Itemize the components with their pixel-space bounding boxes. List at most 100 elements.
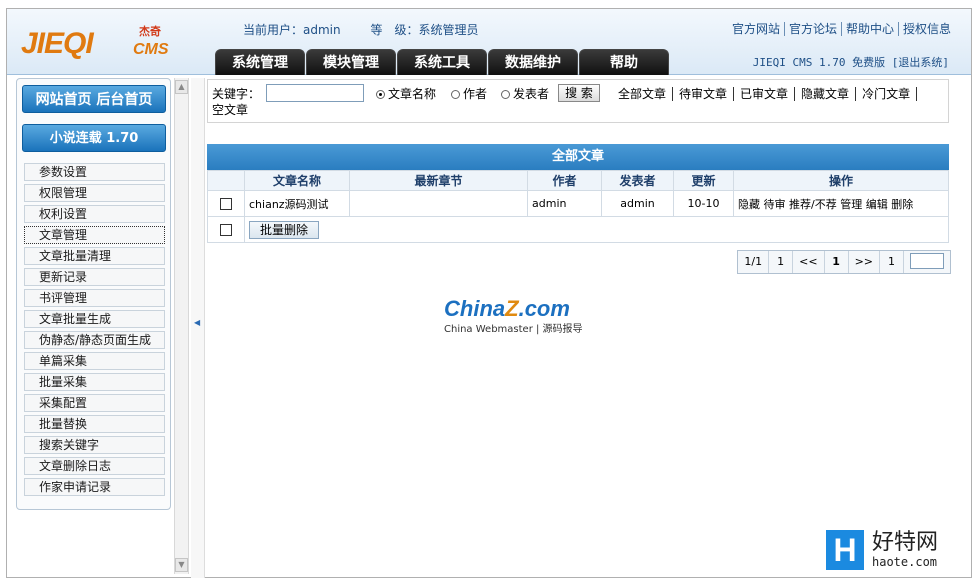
- radio-author[interactable]: 作者: [451, 87, 487, 102]
- filter-pending[interactable]: 待审文章: [673, 87, 735, 101]
- watermark-title: ChinaZ.com: [444, 296, 594, 322]
- scroll-down-icon[interactable]: ▼: [175, 558, 188, 572]
- keyword-input[interactable]: [266, 84, 364, 102]
- header: JIEQI 杰奇 CMS 当前用户：admin 等 级：系统管理员 官方网站 官方…: [7, 9, 971, 75]
- row-latest-chapter: [349, 190, 528, 217]
- filter-approved[interactable]: 已审文章: [734, 87, 796, 101]
- batch-delete-button[interactable]: 批量删除: [249, 220, 320, 239]
- chinaz-watermark: ChinaZ.com China Webmaster | 源码报导: [444, 296, 594, 335]
- sidebar-item-batch-collect[interactable]: 批量采集: [24, 373, 165, 391]
- tab-data-maintenance[interactable]: 数据维护: [488, 49, 578, 75]
- filter-all[interactable]: 全部文章: [618, 87, 674, 101]
- section-title[interactable]: 小说连载 1.70: [22, 124, 166, 152]
- top-links: 官方网站 官方论坛 帮助中心 授权信息: [727, 20, 951, 37]
- sidebar-item-permission-management[interactable]: 权限管理: [24, 184, 165, 202]
- version-text: JIEQI CMS 1.70 免费版: [752, 56, 886, 69]
- sidebar-item-search-keywords[interactable]: 搜索关键字: [24, 436, 165, 454]
- page-jump-input[interactable]: [910, 253, 944, 269]
- pagination: 1/1 1 << 1 >> 1: [737, 250, 951, 274]
- radio-label: 发表者: [513, 87, 550, 101]
- link-license-info[interactable]: 授权信息: [899, 22, 951, 36]
- link-official-site[interactable]: 官方网站: [727, 22, 785, 36]
- link-official-forum[interactable]: 官方论坛: [784, 22, 842, 36]
- link-help-center[interactable]: 帮助中心: [841, 22, 899, 36]
- user-level: 等 级：系统管理员: [370, 23, 479, 37]
- sidebar-item-param-settings[interactable]: 参数设置: [24, 163, 165, 181]
- sidebar-item-rights-settings[interactable]: 权利设置: [24, 205, 165, 223]
- sidebar-item-author-applications[interactable]: 作家申请记录: [24, 478, 165, 496]
- table-header-row: 文章名称 最新章节 作者 发表者 更新 操作: [207, 170, 949, 191]
- watermark-main: China: [444, 296, 506, 321]
- home-button[interactable]: 网站首页 后台首页: [22, 85, 166, 113]
- sidebar-menu: 参数设置 权限管理 权利设置 文章管理 文章批量清理 更新记录 书评管理 文章批…: [24, 163, 165, 499]
- sidebar-item-article-management[interactable]: 文章管理: [24, 226, 165, 244]
- page-next[interactable]: >>: [849, 251, 880, 273]
- scroll-up-icon[interactable]: ▲: [175, 80, 188, 94]
- radio-article-name[interactable]: 文章名称: [376, 87, 436, 102]
- filter-unpopular[interactable]: 冷门文章: [856, 87, 918, 101]
- sidebar-item-review-management[interactable]: 书评管理: [24, 289, 165, 307]
- search-button[interactable]: 搜 索: [558, 84, 600, 102]
- col-latest-chapter: 最新章节: [349, 170, 528, 191]
- main-tabs: 系统管理 模块管理 系统工具 数据维护 帮助: [215, 49, 670, 75]
- row-updated: 10-10: [673, 190, 734, 217]
- radio-dot-icon[interactable]: [376, 90, 385, 99]
- user-info: 当前用户：admin 等 级：系统管理员: [243, 21, 504, 38]
- col-article-name: 文章名称: [244, 170, 350, 191]
- row-poster: admin: [601, 190, 674, 217]
- table-footer-row: 批量删除: [207, 216, 949, 243]
- col-actions: 操作: [733, 170, 949, 191]
- row-author: admin: [527, 190, 602, 217]
- sidebar-item-single-collect[interactable]: 单篇采集: [24, 352, 165, 370]
- tab-help[interactable]: 帮助: [579, 49, 669, 75]
- tab-system-management[interactable]: 系统管理: [215, 49, 305, 75]
- sidebar-item-article-delete-log[interactable]: 文章删除日志: [24, 457, 165, 475]
- tab-module-management[interactable]: 模块管理: [306, 49, 396, 75]
- table-row: chianz源码测试 admin admin 10-10 隐藏 待审 推荐/不荐…: [207, 190, 949, 217]
- col-select: [207, 170, 245, 191]
- select-all-cell: [207, 216, 245, 243]
- tab-system-tools[interactable]: 系统工具: [397, 49, 487, 75]
- logout-link[interactable]: [退出系统]: [892, 56, 949, 69]
- col-author: 作者: [527, 170, 602, 191]
- filter-hidden[interactable]: 隐藏文章: [795, 87, 857, 101]
- jieqi-logo: JIEQI 杰奇 CMS: [21, 21, 181, 65]
- radio-dot-icon[interactable]: [501, 90, 510, 99]
- sidebar-item-static-page-generate[interactable]: 伪静态/静态页面生成: [24, 331, 165, 349]
- sidebar-item-article-batch-generate[interactable]: 文章批量生成: [24, 310, 165, 328]
- row-actions[interactable]: 隐藏 待审 推荐/不荐 管理 编辑 删除: [733, 190, 949, 217]
- page-count: 1/1: [738, 251, 770, 273]
- frame-splitter[interactable]: ◀: [191, 78, 205, 578]
- radio-label: 文章名称: [388, 87, 437, 101]
- sidebar-item-update-log[interactable]: 更新记录: [24, 268, 165, 286]
- logo-text: JIEQI: [21, 27, 94, 60]
- select-all-checkbox[interactable]: [220, 224, 232, 236]
- article-filters: 全部文章 待审文章 已审文章 隐藏文章 冷门文章: [618, 87, 918, 102]
- table-title: 全部文章: [207, 144, 949, 170]
- radio-dot-icon[interactable]: [451, 90, 460, 99]
- sidebar-item-batch-replace[interactable]: 批量替换: [24, 415, 165, 433]
- haote-text: 好特网 haote.com: [872, 531, 938, 570]
- col-poster: 发表者: [601, 170, 674, 191]
- sidebar-item-collect-config[interactable]: 采集配置: [24, 394, 165, 412]
- sidebar-item-article-batch-clean[interactable]: 文章批量清理: [24, 247, 165, 265]
- row-article-name[interactable]: chianz源码测试: [244, 190, 350, 217]
- radio-poster[interactable]: 发表者: [501, 87, 549, 102]
- collapse-arrow-icon[interactable]: ◀: [194, 318, 200, 327]
- keyword-label: 关键字：: [212, 87, 261, 101]
- filter-empty[interactable]: 空文章: [212, 103, 248, 118]
- watermark-com: .com: [518, 296, 570, 321]
- page-prev[interactable]: <<: [793, 251, 825, 273]
- article-table: 文章名称 最新章节 作者 发表者 更新 操作 chianz源码测试 admin …: [207, 170, 949, 243]
- logo-sub: CMS: [133, 41, 169, 58]
- radio-label: 作者: [463, 87, 488, 101]
- page-last[interactable]: 1: [880, 251, 904, 273]
- watermark-sub: China Webmaster | 源码报导: [444, 324, 583, 335]
- sidebar: 网站首页 后台首页 小说连载 1.70 参数设置 权限管理 权利设置 文章管理 …: [16, 78, 171, 510]
- row-checkbox[interactable]: [220, 198, 232, 210]
- sidebar-scrollbar[interactable]: ▲ ▼: [174, 78, 189, 574]
- app-window: JIEQI 杰奇 CMS 当前用户：admin 等 级：系统管理员 官方网站 官方…: [6, 8, 972, 578]
- haote-logo: H 好特网 haote.com: [826, 530, 938, 570]
- logo-cn: 杰奇: [139, 25, 161, 38]
- page-first[interactable]: 1: [769, 251, 794, 273]
